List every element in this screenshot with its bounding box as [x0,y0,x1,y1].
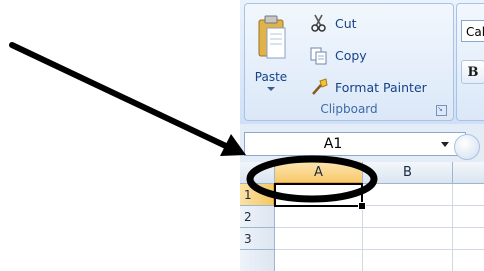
cell-b4[interactable] [363,250,453,271]
cell-b2[interactable] [363,206,453,228]
copy-label: Copy [335,47,367,63]
column-header-a[interactable]: A [275,162,363,184]
dialog-launcher-icon[interactable]: ↘ [436,105,447,116]
cell-b3[interactable] [363,228,453,250]
cell-a3[interactable] [275,228,363,250]
format-painter-button[interactable]: Format Painter [309,76,427,98]
cell-c4[interactable] [453,250,484,271]
cell-b1[interactable] [363,184,453,206]
paste-dropdown-icon[interactable] [267,87,275,91]
scissors-icon [309,13,331,33]
ribbon: Paste Cut Copy Format Painter Clipboard … [240,0,484,125]
cell-c2[interactable] [453,206,484,228]
cell-c1[interactable] [453,184,484,206]
clipboard-group-label: Clipboard [320,102,378,116]
row-header-3[interactable]: 3 [240,228,275,250]
cell-a4[interactable] [275,250,363,271]
row-header-2[interactable]: 2 [240,206,275,228]
annotation-arrow-shaft [9,42,231,150]
excel-window: Paste Cut Copy Format Painter Clipboard … [240,0,484,271]
formula-bar: A1 [240,124,484,162]
font-name-box[interactable]: Cal [461,20,484,42]
clipboard-group: Paste Cut Copy Format Painter Clipboard … [244,3,454,121]
cell-a2[interactable] [275,206,363,228]
active-cell-border[interactable] [274,183,363,207]
copy-button[interactable]: Copy [309,44,367,66]
column-header-c[interactable] [453,162,484,184]
copy-icon [309,45,331,65]
format-painter-label: Format Painter [335,79,427,95]
row-header-1[interactable]: 1 [240,184,275,206]
worksheet-grid: A B 1 2 3 [240,162,484,271]
paste-button[interactable]: Paste [249,10,293,100]
select-all-corner[interactable] [240,162,275,184]
cut-button[interactable]: Cut [309,12,357,34]
cell-c3[interactable] [453,228,484,250]
chevron-down-icon[interactable] [441,142,449,147]
column-header-b[interactable]: B [363,162,453,184]
formula-divider-handle[interactable] [454,134,480,160]
paste-label: Paste [254,70,288,84]
row-header-4[interactable] [240,250,275,271]
name-box-value: A1 [323,136,343,152]
clipboard-icon [257,14,287,68]
fill-handle[interactable] [358,202,366,210]
name-box[interactable]: A1 [244,132,466,156]
font-group: Cal B [456,3,484,121]
bold-button[interactable]: B [461,60,484,84]
cut-label: Cut [335,15,357,31]
paintbrush-icon [309,77,331,97]
